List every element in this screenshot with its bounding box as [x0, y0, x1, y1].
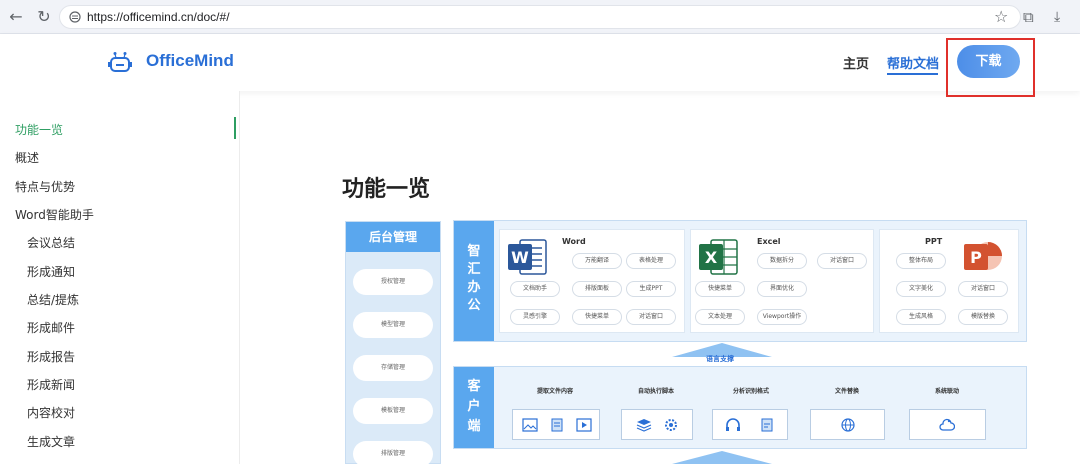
nav-docs[interactable]: 帮助文档 — [887, 53, 939, 72]
feature-chip: 文档助手 — [510, 281, 560, 297]
feature-chip: 文字美化 — [896, 281, 946, 297]
arrow-up-icon — [672, 451, 772, 464]
stack-icon — [636, 419, 652, 432]
backend-item: 排版管理 — [353, 441, 433, 467]
client-column-title: 系统联动 — [935, 388, 960, 395]
excel-logo-icon: X — [699, 239, 738, 275]
sidebar-item-refine[interactable]: 总结/提炼 — [27, 291, 79, 308]
feature-chip: 生成PPT — [626, 281, 676, 297]
backend-panel-title: 后台管理 — [346, 222, 440, 252]
back-icon[interactable]: ← — [6, 7, 26, 27]
headphones-icon — [726, 418, 740, 431]
feature-chip: 对话窗口 — [958, 281, 1008, 297]
client-panel: 客 户 端 提取文件内容 自动执行脚本 分析识别格式 文件替换 系统联动 — [453, 366, 1027, 449]
backend-item: 授权管理 — [353, 269, 433, 295]
extensions-icon[interactable]: ⧉ — [1023, 7, 1034, 27]
sidebar-item-word-assistant[interactable]: Word智能助手 — [15, 206, 94, 223]
feature-chip: 对话窗口 — [626, 309, 676, 325]
document-icon — [551, 418, 563, 432]
cloud-sync-icon — [939, 418, 955, 431]
feature-chip: Viewport操作 — [757, 309, 807, 325]
sidebar-item-email[interactable]: 形成邮件 — [27, 319, 75, 336]
feature-chip: 快捷菜单 — [572, 309, 622, 325]
feature-chip: 快捷菜单 — [695, 281, 745, 297]
page-title: 功能一览 — [342, 177, 431, 202]
client-box-system — [909, 409, 986, 440]
office-panel: 智 汇 办 公 W Word 万能翻译 表格处理 文档助手 排版面板 生成PPT… — [453, 220, 1027, 342]
feature-chip: 对话窗口 — [817, 253, 867, 269]
feature-chip: 表格处理 — [626, 253, 676, 269]
backend-item: 模板管理 — [353, 398, 433, 424]
feature-chip: 整体布局 — [896, 253, 946, 269]
feature-chip: 排版面板 — [572, 281, 622, 297]
download-highlight-box — [946, 38, 1035, 97]
sidebar-item-meeting-summary[interactable]: 会议总结 — [27, 234, 75, 251]
file-scan-icon — [761, 418, 773, 432]
sidebar-item-advantages[interactable]: 特点与优势 — [15, 178, 75, 195]
site-info-icon[interactable] — [69, 11, 81, 23]
svg-text:X: X — [705, 248, 718, 267]
powerpoint-logo-icon: P — [964, 242, 1002, 270]
client-column-title: 自动执行脚本 — [638, 388, 675, 395]
feature-chip: 数据拆分 — [757, 253, 807, 269]
sidebar-item-report[interactable]: 形成报告 — [27, 348, 75, 365]
word-logo-icon: W — [508, 239, 547, 275]
bookmark-star-icon[interactable]: ☆ — [994, 7, 1008, 27]
client-box-format — [712, 409, 788, 440]
url-text[interactable]: https://officemind.cn/doc/#/ — [87, 10, 230, 24]
nav-home[interactable]: 主页 — [843, 53, 869, 72]
backend-panel: 后台管理 授权管理 模型管理 存储管理 模板管理 排版管理 — [345, 221, 441, 467]
feature-chip: 文本处理 — [695, 309, 745, 325]
browser-toolbar: ← ↻ https://officemind.cn/doc/#/ ☆ ⧉ ⤓ — [0, 0, 1080, 34]
language-support-label: 语言支撑 — [706, 355, 734, 363]
sidebar-item-article[interactable]: 生成文章 — [27, 433, 75, 450]
client-column-title: 提取文件内容 — [537, 388, 574, 395]
client-column-title: 分析识别格式 — [733, 388, 770, 395]
client-box-replace — [810, 409, 885, 440]
feature-chip: 万能翻译 — [572, 253, 622, 269]
backend-item: 模型管理 — [353, 312, 433, 338]
feature-chip: 界面优化 — [757, 281, 807, 297]
video-icon — [576, 418, 592, 432]
sidebar-item-summary[interactable]: 概述 — [15, 149, 39, 166]
robot-logo-icon[interactable] — [108, 51, 132, 73]
image-icon — [522, 418, 538, 432]
word-card: W Word 万能翻译 表格处理 文档助手 排版面板 生成PPT 灵感引擎 快捷… — [499, 229, 685, 333]
client-panel-label: 客 户 端 — [454, 367, 494, 448]
client-box-script — [621, 409, 693, 440]
sidebar-active-indicator — [234, 117, 236, 139]
excel-card-title: Excel — [757, 237, 781, 246]
sidebar-item-proofread[interactable]: 内容校对 — [27, 404, 75, 421]
brand-name[interactable]: OfficeMind — [146, 51, 234, 71]
feature-chip: 灵感引擎 — [510, 309, 560, 325]
downloads-icon[interactable]: ⤓ — [1054, 7, 1060, 27]
site-header: OfficeMind 主页 帮助文档 下载 — [0, 34, 1080, 91]
client-box-extract — [512, 409, 600, 440]
backend-item: 存储管理 — [353, 355, 433, 381]
feature-chip: 生成风格 — [896, 309, 946, 325]
sidebar-item-notice[interactable]: 形成通知 — [27, 263, 75, 280]
address-bar[interactable]: https://officemind.cn/doc/#/ — [59, 5, 1021, 29]
excel-card: X Excel 数据拆分 对话窗口 快捷菜单 界面优化 文本处理 Viewpor… — [690, 229, 874, 333]
reload-icon[interactable]: ↻ — [34, 7, 54, 27]
doc-sidebar: 功能一览 概述 特点与优势 Word智能助手 会议总结 形成通知 总结/提炼 形… — [0, 91, 240, 464]
office-panel-label: 智 汇 办 公 — [454, 221, 494, 341]
ppt-card-title: PPT — [925, 237, 943, 246]
sidebar-item-overview-features[interactable]: 功能一览 — [15, 121, 63, 138]
word-card-title: Word — [562, 237, 586, 246]
client-column-title: 文件替换 — [835, 388, 860, 395]
nav-active-underline — [887, 73, 938, 75]
svg-text:W: W — [511, 248, 529, 267]
svg-text:P: P — [970, 248, 982, 267]
ppt-card: P PPT 整体布局 文字美化 对话窗口 生成风格 模版替换 — [879, 229, 1019, 333]
settings-gear-icon — [665, 419, 677, 431]
feature-chip: 模版替换 — [958, 309, 1008, 325]
globe-icon — [841, 418, 855, 432]
sidebar-item-news[interactable]: 形成新闻 — [27, 376, 75, 393]
